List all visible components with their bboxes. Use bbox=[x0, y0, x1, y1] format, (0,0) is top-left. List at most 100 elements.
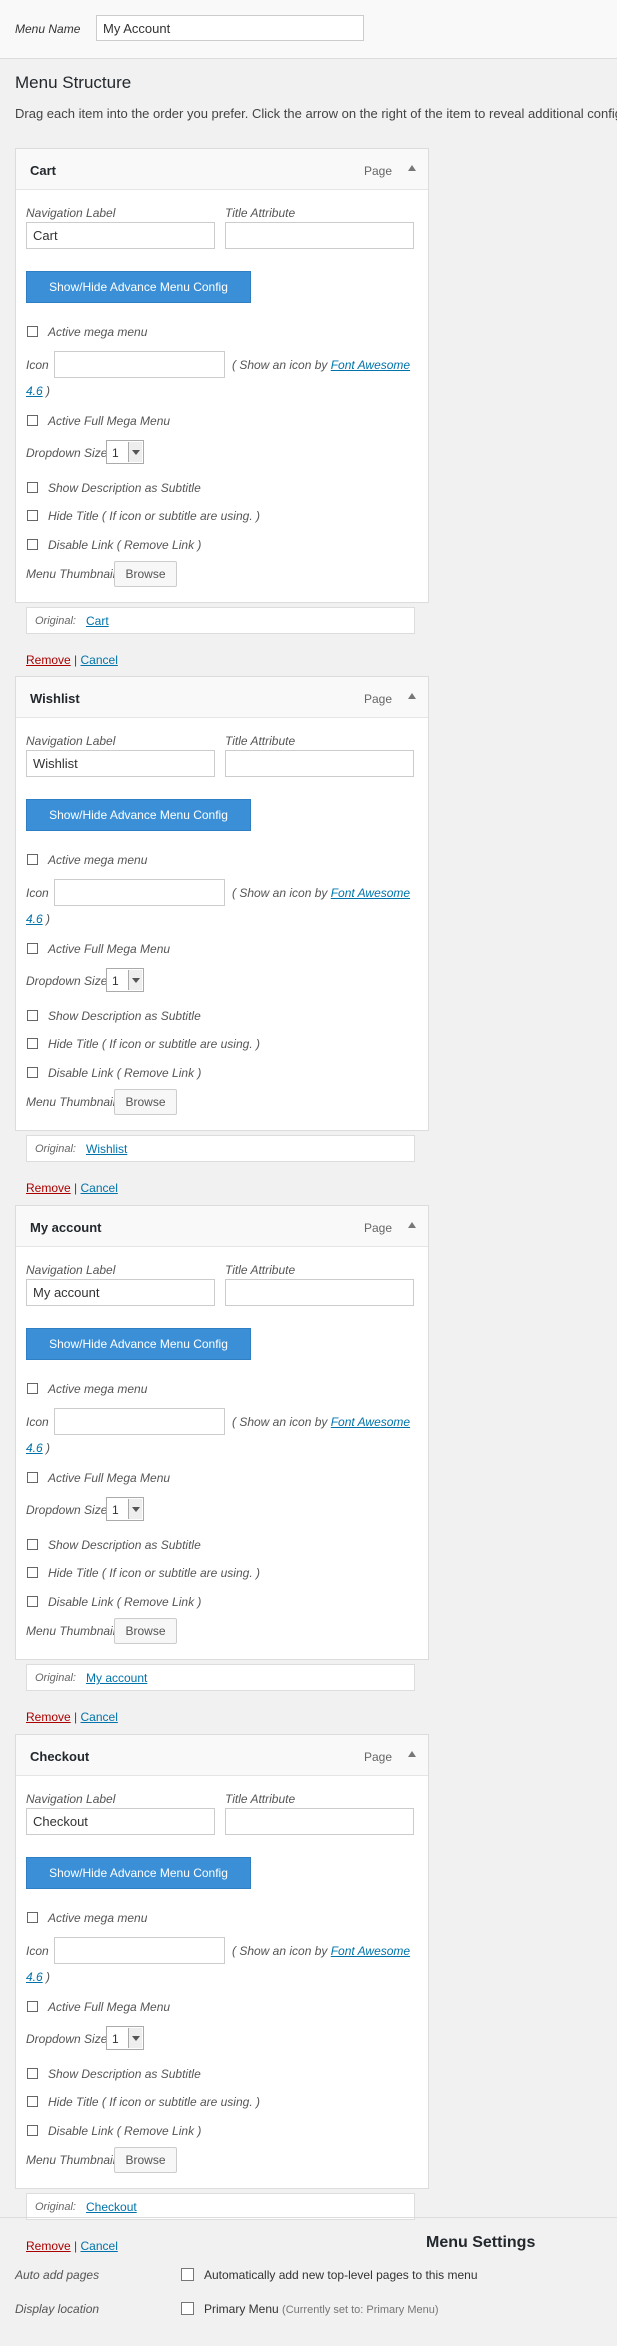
icon-label: Icon bbox=[26, 1415, 49, 1429]
advance-menu-config-button[interactable]: Show/Hide Advance Menu Config bbox=[26, 271, 251, 303]
hide-title-checkbox[interactable] bbox=[27, 2096, 38, 2107]
remove-link[interactable]: Remove bbox=[26, 1181, 71, 1195]
advance-menu-config-button[interactable]: Show/Hide Advance Menu Config bbox=[26, 799, 251, 831]
navigation-label-caption: Navigation Label bbox=[26, 1792, 116, 1806]
show-description-checkbox[interactable] bbox=[27, 2068, 38, 2079]
auto-add-pages-text: Automatically add new top-level pages to… bbox=[204, 2268, 478, 2282]
menu-item-handle[interactable]: Checkout Page bbox=[16, 1735, 428, 1776]
font-awesome-version-link[interactable]: 4.6 bbox=[26, 912, 43, 926]
disable-link-label: Disable Link ( Remove Link ) bbox=[48, 2124, 202, 2138]
dropdown-size-label: Dropdown Size bbox=[26, 446, 108, 460]
active-mega-menu-checkbox[interactable] bbox=[27, 854, 38, 865]
item-actions: Remove | Cancel bbox=[26, 2239, 118, 2253]
navigation-label-caption: Navigation Label bbox=[26, 734, 116, 748]
remove-link[interactable]: Remove bbox=[26, 653, 71, 667]
menu-item-handle[interactable]: Wishlist Page bbox=[16, 677, 428, 718]
menu-item-cart[interactable]: Cart Page Navigation Label Title Attribu… bbox=[15, 148, 429, 603]
original-link[interactable]: Checkout bbox=[86, 2200, 137, 2214]
title-attribute-input[interactable] bbox=[225, 222, 414, 249]
menu-item-handle[interactable]: Cart Page bbox=[16, 149, 428, 190]
font-awesome-link[interactable]: Font Awesome bbox=[331, 358, 410, 372]
menu-item-type: Page bbox=[363, 1750, 392, 1764]
primary-menu-checkbox[interactable] bbox=[181, 2302, 194, 2315]
font-awesome-version-link[interactable]: 4.6 bbox=[26, 1970, 43, 1984]
cancel-link[interactable]: Cancel bbox=[81, 1181, 118, 1195]
menu-name-input[interactable] bbox=[96, 15, 364, 41]
dropdown-size-select[interactable]: 1 bbox=[106, 2026, 144, 2050]
menu-item-my-account[interactable]: My account Page Navigation Label Title A… bbox=[15, 1205, 429, 1660]
show-description-checkbox[interactable] bbox=[27, 1010, 38, 1021]
item-toggle-arrow-icon[interactable] bbox=[408, 165, 416, 171]
cancel-link[interactable]: Cancel bbox=[81, 1710, 118, 1724]
navigation-label-input[interactable] bbox=[26, 750, 215, 777]
item-toggle-arrow-icon[interactable] bbox=[408, 1751, 416, 1757]
original-link-box: Original: Checkout bbox=[26, 2193, 415, 2220]
original-link[interactable]: Cart bbox=[86, 614, 109, 628]
browse-button[interactable]: Browse bbox=[114, 1618, 177, 1644]
active-mega-menu-checkbox[interactable] bbox=[27, 326, 38, 337]
disable-link-checkbox[interactable] bbox=[27, 2125, 38, 2136]
browse-button[interactable]: Browse bbox=[114, 1089, 177, 1115]
font-awesome-link[interactable]: Font Awesome bbox=[331, 1415, 410, 1429]
menu-thumbnail-label: Menu Thumbnail bbox=[26, 567, 116, 581]
dropdown-size-label: Dropdown Size bbox=[26, 2032, 108, 2046]
remove-link[interactable]: Remove bbox=[26, 1710, 71, 1724]
item-toggle-arrow-icon[interactable] bbox=[408, 1222, 416, 1228]
menu-item-handle[interactable]: My account Page bbox=[16, 1206, 428, 1247]
font-awesome-version-link[interactable]: 4.6 bbox=[26, 384, 43, 398]
title-attribute-input[interactable] bbox=[225, 750, 414, 777]
hide-title-checkbox[interactable] bbox=[27, 1567, 38, 1578]
show-description-checkbox[interactable] bbox=[27, 1539, 38, 1550]
active-full-mega-menu-checkbox[interactable] bbox=[27, 943, 38, 954]
disable-link-checkbox[interactable] bbox=[27, 1596, 38, 1607]
icon-hint: ( Show an icon by Font Awesome bbox=[232, 1415, 411, 1429]
title-attribute-input[interactable] bbox=[225, 1808, 414, 1835]
active-mega-menu-checkbox[interactable] bbox=[27, 1912, 38, 1923]
dropdown-size-select[interactable]: 1 bbox=[106, 968, 144, 992]
icon-input[interactable] bbox=[54, 1408, 225, 1435]
item-toggle-arrow-icon[interactable] bbox=[408, 693, 416, 699]
auto-add-pages-checkbox[interactable] bbox=[181, 2268, 194, 2281]
hide-title-checkbox[interactable] bbox=[27, 510, 38, 521]
auto-add-pages-label: Auto add pages bbox=[15, 2268, 100, 2282]
title-attribute-input[interactable] bbox=[225, 1279, 414, 1306]
disable-link-checkbox[interactable] bbox=[27, 539, 38, 550]
original-link[interactable]: Wishlist bbox=[86, 1142, 127, 1156]
menu-thumbnail-label: Menu Thumbnail bbox=[26, 1095, 116, 1109]
menu-item-wishlist[interactable]: Wishlist Page Navigation Label Title Att… bbox=[15, 676, 429, 1131]
font-awesome-link[interactable]: Font Awesome bbox=[331, 1944, 410, 1958]
browse-button[interactable]: Browse bbox=[114, 561, 177, 587]
title-attribute-caption: Title Attribute bbox=[225, 1263, 296, 1277]
show-description-label: Show Description as Subtitle bbox=[48, 1538, 201, 1552]
icon-input[interactable] bbox=[54, 1937, 225, 1964]
active-full-mega-menu-label: Active Full Mega Menu bbox=[48, 1471, 171, 1485]
navigation-label-input[interactable] bbox=[26, 1279, 215, 1306]
original-link[interactable]: My account bbox=[86, 1671, 147, 1685]
menu-item-checkout[interactable]: Checkout Page Navigation Label Title Att… bbox=[15, 1734, 429, 2189]
browse-button[interactable]: Browse bbox=[114, 2147, 177, 2173]
dropdown-size-select[interactable]: 1 bbox=[106, 1497, 144, 1521]
menu-settings-title: Menu Settings bbox=[426, 2234, 536, 2251]
menu-item-title: My account bbox=[30, 1220, 102, 1235]
remove-link[interactable]: Remove bbox=[26, 2239, 71, 2253]
hide-title-checkbox[interactable] bbox=[27, 1038, 38, 1049]
navigation-label-input[interactable] bbox=[26, 222, 215, 249]
icon-label: Icon bbox=[26, 886, 49, 900]
disable-link-checkbox[interactable] bbox=[27, 1067, 38, 1078]
active-full-mega-menu-checkbox[interactable] bbox=[27, 415, 38, 426]
advance-menu-config-button[interactable]: Show/Hide Advance Menu Config bbox=[26, 1328, 251, 1360]
menu-thumbnail-label: Menu Thumbnail bbox=[26, 1624, 116, 1638]
cancel-link[interactable]: Cancel bbox=[81, 653, 118, 667]
cancel-link[interactable]: Cancel bbox=[81, 2239, 118, 2253]
icon-input[interactable] bbox=[54, 879, 225, 906]
active-full-mega-menu-checkbox[interactable] bbox=[27, 2001, 38, 2012]
navigation-label-input[interactable] bbox=[26, 1808, 215, 1835]
icon-input[interactable] bbox=[54, 351, 225, 378]
active-full-mega-menu-checkbox[interactable] bbox=[27, 1472, 38, 1483]
font-awesome-link[interactable]: Font Awesome bbox=[331, 886, 410, 900]
active-mega-menu-checkbox[interactable] bbox=[27, 1383, 38, 1394]
dropdown-size-select[interactable]: 1 bbox=[106, 440, 144, 464]
show-description-checkbox[interactable] bbox=[27, 482, 38, 493]
advance-menu-config-button[interactable]: Show/Hide Advance Menu Config bbox=[26, 1857, 251, 1889]
font-awesome-version-link[interactable]: 4.6 bbox=[26, 1441, 43, 1455]
